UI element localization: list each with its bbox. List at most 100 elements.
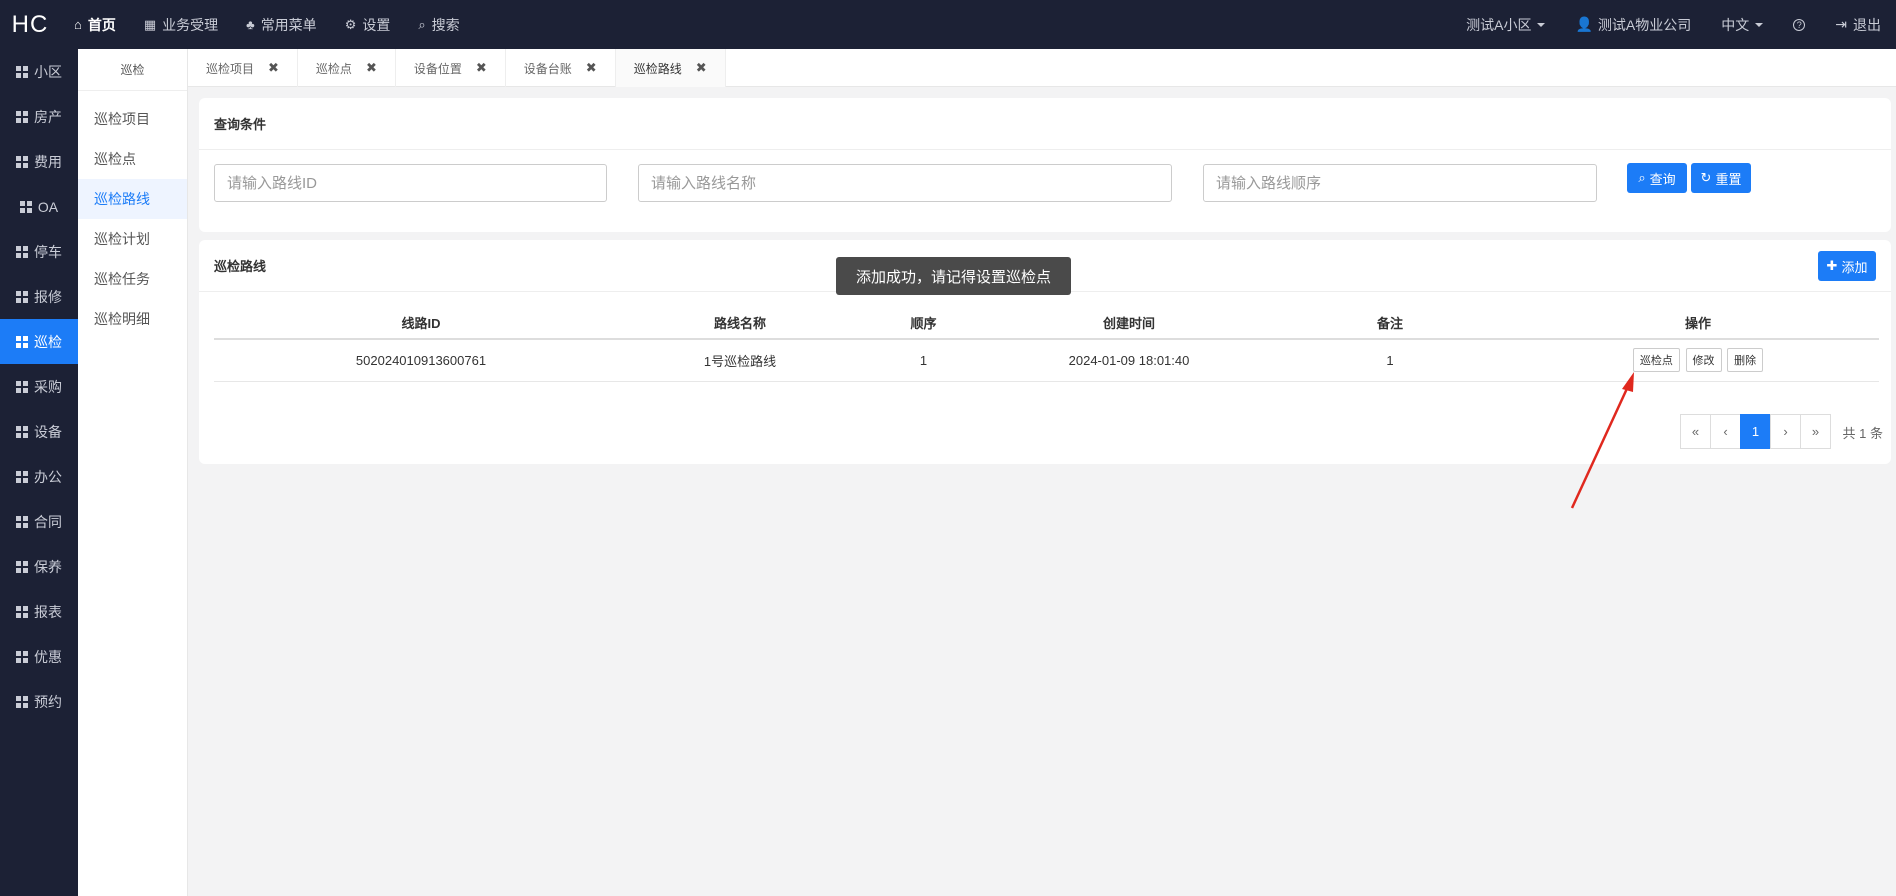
route-id-input[interactable]	[214, 164, 607, 202]
nav-search-label: 搜索	[431, 16, 460, 33]
rail-item-property[interactable]: 房产	[0, 94, 78, 139]
rail-item-community[interactable]: 小区	[0, 49, 78, 94]
nav-common-menu[interactable]: ♣ 常用菜单	[232, 0, 331, 49]
nav-settings[interactable]: ⚙ 设置	[331, 0, 405, 49]
nav-common-menu-label: 常用菜单	[260, 16, 317, 33]
logo[interactable]: HC	[0, 11, 60, 39]
language-dropdown[interactable]: 中文	[1706, 15, 1778, 35]
submenu-item-inspection-plans[interactable]: 巡检计划	[78, 219, 187, 259]
search-icon: ⌕	[1638, 170, 1646, 185]
help-button[interactable]: ?	[1778, 18, 1820, 31]
grid-icon	[16, 515, 28, 528]
query-label: 查询	[1649, 171, 1676, 187]
route-order-input[interactable]	[1203, 164, 1597, 202]
search-panel: 查询条件 ⌕查询 ↻重置	[199, 98, 1891, 232]
tab-label: 设备台账	[523, 61, 572, 76]
nav-business-label: 业务受理	[162, 16, 219, 33]
close-icon[interactable]: ✖	[268, 60, 279, 76]
top-right-menu: 测试A小区 👤 测试A物业公司 中文 ? ⇥ 退出	[1451, 0, 1896, 49]
tab-label: 设备位置	[413, 61, 462, 76]
submenu-item-inspection-tasks[interactable]: 巡检任务	[78, 259, 187, 299]
route-name-input[interactable]	[638, 164, 1172, 202]
tab-label: 巡检点	[315, 61, 352, 76]
nav-home-label: 首页	[87, 16, 116, 33]
col-route-name: 路线名称	[628, 307, 852, 340]
page-first[interactable]: «	[1680, 414, 1711, 449]
search-icon: ⌕	[418, 16, 426, 32]
company-link[interactable]: 👤 测试A物业公司	[1560, 15, 1706, 35]
tab-label: 巡检路线	[633, 61, 682, 76]
rail-label: 房产	[34, 108, 62, 125]
rail-item-contract[interactable]: 合同	[0, 499, 78, 544]
delete-button[interactable]: 删除	[1727, 348, 1764, 373]
rail-item-repair[interactable]: 报修	[0, 274, 78, 319]
nav-home[interactable]: ⌂ 首页	[60, 0, 130, 49]
rail-item-appointments[interactable]: 预约	[0, 679, 78, 724]
tab-device-ledger[interactable]: 设备台账 ✖	[506, 49, 616, 87]
community-label: 测试A小区	[1466, 16, 1532, 33]
table-row: 502024010913600761 1号巡检路线 1 2024-01-09 1…	[214, 339, 1879, 382]
rail-item-parking[interactable]: 停车	[0, 229, 78, 274]
rail-label: 预约	[34, 693, 62, 710]
page-current[interactable]: 1	[1740, 414, 1771, 449]
rail-item-office[interactable]: 办公	[0, 454, 78, 499]
rail-item-oa[interactable]: OA	[0, 184, 78, 229]
logout-icon: ⇥	[1835, 16, 1847, 32]
grid-icon	[16, 335, 28, 348]
rail-item-maintenance[interactable]: 保养	[0, 544, 78, 589]
caret-down-icon	[1537, 22, 1546, 27]
grid-icon	[16, 290, 28, 303]
rail-label: 停车	[34, 243, 62, 260]
cell-actions: 巡检点 修改 删除	[1517, 339, 1879, 382]
close-icon[interactable]: ✖	[476, 60, 487, 76]
grid-icon	[16, 245, 28, 258]
grid-icon	[16, 155, 28, 168]
grid-icon	[19, 200, 32, 213]
help-icon: ?	[1793, 18, 1806, 31]
rail-label: 巡检	[34, 333, 62, 350]
submenu-item-inspection-items[interactable]: 巡检项目	[78, 99, 187, 139]
page-last[interactable]: »	[1800, 414, 1831, 449]
reset-button[interactable]: ↻ 重置	[1691, 163, 1751, 193]
tab-inspection-routes[interactable]: 巡检路线 ✖	[615, 49, 726, 87]
top-nav: ⌂ 首页 ▦ 业务受理 ♣ 常用菜单 ⚙ 设置 ⌕ 搜索	[60, 0, 474, 49]
refresh-icon: ↻	[1700, 170, 1712, 185]
page-prev[interactable]: ‹	[1710, 414, 1741, 449]
query-button[interactable]: ⌕ 查询	[1627, 163, 1687, 193]
rail-item-inspection[interactable]: 巡检	[0, 319, 78, 364]
tab-device-location[interactable]: 设备位置 ✖	[396, 49, 506, 87]
community-dropdown[interactable]: 测试A小区	[1451, 15, 1560, 35]
rail-label: 保养	[34, 558, 62, 575]
close-icon[interactable]: ✖	[696, 60, 707, 76]
rail-item-purchase[interactable]: 采购	[0, 364, 78, 409]
close-icon[interactable]: ✖	[586, 60, 597, 76]
home-icon: ⌂	[74, 17, 82, 32]
plus-icon: ✚	[1826, 258, 1838, 273]
submenu-item-inspection-routes[interactable]: 巡检路线	[78, 179, 187, 219]
inspection-submenu: 巡检 巡检项目 巡检点 巡检路线 巡检计划 巡检任务 巡检明细	[78, 49, 188, 896]
nav-business[interactable]: ▦ 业务受理	[130, 0, 232, 49]
col-created: 创建时间	[995, 307, 1263, 340]
nav-search[interactable]: ⌕ 搜索	[404, 0, 473, 49]
page-next[interactable]: ›	[1770, 414, 1801, 449]
rail-item-equipment[interactable]: 设备	[0, 409, 78, 454]
tab-inspection-items[interactable]: 巡检项目 ✖	[188, 49, 298, 87]
tab-inspection-points[interactable]: 巡检点 ✖	[298, 49, 396, 87]
submenu-item-inspection-details[interactable]: 巡检明细	[78, 299, 187, 339]
reset-label: 重置	[1715, 171, 1742, 187]
inspection-points-button[interactable]: 巡检点	[1632, 348, 1680, 373]
rail-label: 采购	[34, 378, 62, 395]
submenu-item-inspection-points[interactable]: 巡检点	[78, 139, 187, 179]
table-icon: ▦	[143, 16, 157, 32]
rail-item-discounts[interactable]: 优惠	[0, 634, 78, 679]
grid-icon	[16, 695, 28, 708]
close-icon[interactable]: ✖	[366, 60, 377, 76]
rail-item-fees[interactable]: 费用	[0, 139, 78, 184]
company-label: 测试A物业公司	[1597, 16, 1692, 33]
rail-item-reports[interactable]: 报表	[0, 589, 78, 634]
edit-button[interactable]: 修改	[1685, 348, 1722, 373]
logout-button[interactable]: ⇥ 退出	[1820, 15, 1896, 35]
add-button[interactable]: ✚ 添加	[1818, 251, 1876, 281]
cell-route-id: 502024010913600761	[214, 339, 628, 382]
page-tabs: 巡检项目 ✖ 巡检点 ✖ 设备位置 ✖ 设备台账 ✖ 巡检路线 ✖	[188, 49, 1896, 87]
